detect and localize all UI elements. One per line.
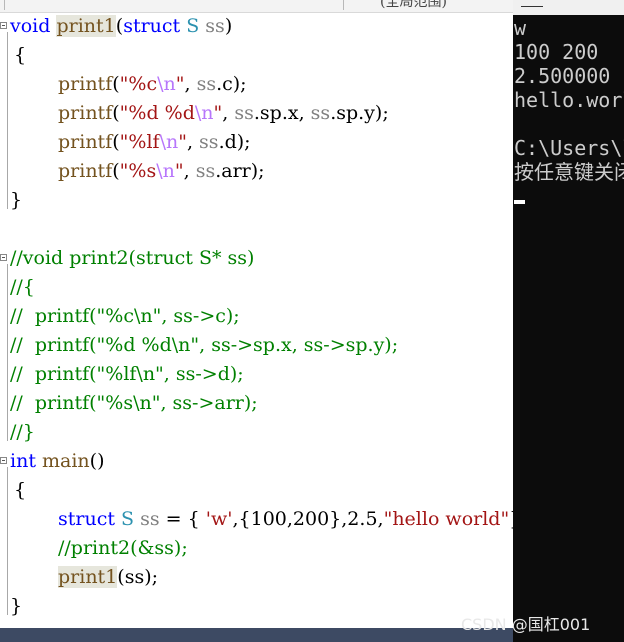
code-token: {: [14, 479, 27, 501]
outline-guide: [7, 264, 8, 441]
escape-token: \n: [157, 73, 176, 95]
escape-token: \n: [156, 160, 175, 182]
keyword-token: struct: [58, 508, 115, 530]
comment-line[interactable]: //print2(&ss);: [58, 534, 188, 563]
code-token: .sp.x,: [253, 102, 311, 124]
keyword-token: int: [10, 450, 36, 472]
parameter-token: ss: [199, 131, 219, 153]
parameter-token: ss: [310, 102, 331, 124]
code-line[interactable]: int main(): [10, 447, 105, 476]
function-name: printf: [58, 160, 113, 182]
keyword-token: struct: [123, 15, 181, 37]
string-token: ": [174, 160, 184, 182]
code-token: (ss);: [117, 566, 159, 588]
console-output-line: hello.world: [514, 88, 624, 112]
code-token: }: [10, 595, 23, 617]
string-token: "%s: [119, 160, 157, 182]
char-literal: 'w': [205, 508, 233, 530]
nav-bar-separator: [343, 0, 344, 10]
parameter-token: ss: [196, 73, 217, 95]
code-token: (: [112, 160, 120, 182]
code-token: ,: [183, 160, 196, 182]
taskbar: [0, 628, 513, 642]
outline-guide: [7, 32, 8, 209]
collapse-toggle-icon[interactable]: [0, 457, 7, 464]
string-token: "%c: [119, 73, 158, 95]
comment-line[interactable]: //void print2(struct S* ss): [10, 244, 254, 273]
code-token: ,: [184, 73, 197, 95]
code-line[interactable]: printf("%s\n", ss.arr);: [58, 157, 265, 186]
console-cursor: [514, 200, 525, 204]
code-line[interactable]: }: [10, 592, 22, 621]
function-name: printf: [58, 102, 113, 124]
outline-guide: [7, 467, 8, 615]
parameter-token: ss: [234, 102, 254, 124]
code-token: (: [112, 131, 120, 153]
code-token: ,: [186, 131, 200, 153]
variable-token: ss: [140, 508, 160, 530]
comment-line[interactable]: // printf("%lf\n", ss->d);: [10, 360, 244, 389]
string-token: "%lf: [119, 131, 160, 153]
code-line[interactable]: void print1(struct S ss): [10, 12, 232, 41]
escape-token: \n: [159, 131, 179, 153]
code-editor[interactable]: (全局范围) void print1(struct S ss) { printf…: [0, 0, 513, 642]
minimize-icon[interactable]: [521, 6, 543, 7]
console-titlebar[interactable]: [513, 0, 624, 15]
code-token: {: [14, 44, 27, 66]
code-line[interactable]: printf("%lf\n", ss.d);: [58, 128, 251, 157]
type-token: S: [121, 508, 135, 530]
comment-line[interactable]: // printf("%c\n", ss->c);: [10, 302, 240, 331]
scope-dropdown[interactable]: (全局范围): [380, 0, 447, 11]
collapse-toggle-icon[interactable]: [0, 254, 7, 261]
function-name: print1: [56, 15, 116, 37]
string-token: ": [178, 131, 187, 153]
code-line[interactable]: struct S ss = { 'w',{100,200},2.5,"hello…: [58, 505, 513, 534]
keyword-token: void: [10, 15, 51, 37]
parameter-token: ss: [205, 15, 225, 37]
code-token: (: [112, 73, 120, 95]
parameter-token: ss: [195, 160, 216, 182]
comment-line[interactable]: // printf("%d %d\n", ss->sp.x, ss->sp.y)…: [10, 331, 398, 360]
comment-line[interactable]: //}: [10, 418, 35, 447]
function-name: printf: [58, 131, 113, 153]
code-token: .c);: [216, 73, 247, 95]
code-token: (): [89, 450, 105, 472]
function-name: printf: [58, 73, 113, 95]
watermark: CSDN @国杠001: [461, 615, 591, 634]
code-token: }: [10, 189, 23, 211]
escape-token: \n: [194, 102, 214, 124]
function-name: print1: [58, 566, 118, 588]
console-output-line: w: [514, 16, 527, 40]
console-output-line: 按任意键关闭此窗口: [514, 160, 624, 184]
code-token: .d);: [218, 131, 251, 153]
console-output-line: C:\Users\lenovo: [514, 136, 624, 160]
comment-line[interactable]: // printf("%s\n", ss->arr);: [10, 389, 258, 418]
code-token: .sp.y);: [330, 102, 389, 124]
code-token: .arr);: [215, 160, 265, 182]
console-output-line: 2.500000: [514, 64, 611, 88]
code-token: ): [224, 15, 233, 37]
code-token: (: [112, 102, 120, 124]
collapse-toggle-icon[interactable]: [0, 22, 7, 29]
string-token: "%d %d: [119, 102, 195, 124]
console-window[interactable]: w 100 200 2.500000 hello.world C:\Users\…: [513, 0, 624, 642]
code-token: = {: [159, 508, 206, 530]
code-token: ,: [222, 102, 235, 124]
comment-line[interactable]: //{: [10, 273, 35, 302]
code-line[interactable]: }: [10, 186, 22, 215]
string-token: ": [213, 102, 223, 124]
function-name: main: [42, 450, 90, 472]
code-line[interactable]: print1(ss);: [58, 563, 158, 592]
code-line[interactable]: {: [14, 476, 26, 505]
string-token: "hello world": [383, 508, 510, 530]
code-line[interactable]: printf("%d %d\n", ss.sp.x, ss.sp.y);: [58, 99, 389, 128]
code-line[interactable]: printf("%c\n", ss.c);: [58, 70, 247, 99]
nav-bar-separator: [0, 0, 5, 10]
type-token: S: [186, 15, 200, 37]
code-token: ,{100,200},2.5,: [232, 508, 384, 530]
console-output-line: 100 200: [514, 40, 599, 64]
code-line[interactable]: {: [14, 41, 26, 70]
